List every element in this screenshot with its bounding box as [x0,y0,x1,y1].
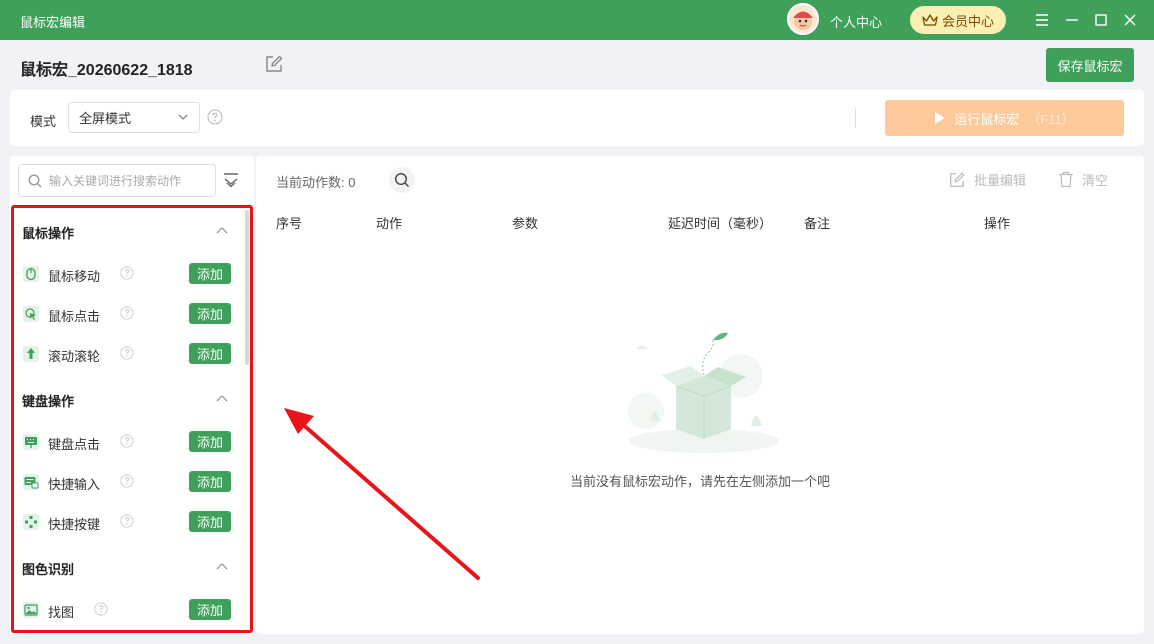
action-library-panel: 输入关键词进行搜索动作 鼠标操作 鼠标移动 添加 鼠标点击 添加 滚动滚轮 添加… [10,156,254,634]
user-avatar[interactable] [787,3,819,35]
menu-icon[interactable] [1032,10,1052,30]
edit-icon [950,172,965,187]
mode-panel: 模式 全屏模式 运行鼠标宏 （F11） [10,90,1144,146]
action-list-panel: 当前动作数: 0 批量编辑 清空 序号 动作 参数 延迟时间（毫秒） 备注 操作 [256,156,1144,634]
vip-center-button[interactable]: 会员中心 [910,6,1006,34]
user-center-link[interactable]: 个人中心 [830,12,882,31]
search-actions-button[interactable] [389,167,415,193]
macro-name: 鼠标宏_20260622_1818 [20,62,193,79]
trash-icon [1059,171,1073,188]
search-placeholder: 输入关键词进行搜索动作 [49,174,182,188]
column-header-delay: 延迟时间（毫秒） [668,216,773,231]
play-icon [935,112,946,124]
column-header-operation: 操作 [984,216,1011,231]
macro-header: 鼠标宏_20260622_1818 保存鼠标宏 [0,40,1154,90]
annotation-highlight-box [11,205,253,633]
column-header-params: 参数 [512,216,539,231]
action-count-label: 当前动作数: [276,175,345,190]
batch-edit-label: 批量编辑 [974,173,1027,188]
search-icon [394,172,409,187]
close-icon[interactable] [1120,10,1140,30]
collapse-all-icon[interactable] [222,171,242,191]
batch-edit-button[interactable]: 批量编辑 [948,170,1026,189]
mode-selected-value: 全屏模式 [79,111,132,126]
save-macro-button[interactable]: 保存鼠标宏 [1046,48,1134,82]
action-count-value: 0 [348,175,356,190]
mode-label: 模式 [30,114,57,129]
app-title: 鼠标宏编辑 [20,15,86,30]
chevron-down-icon [178,114,188,120]
search-icon [28,174,42,188]
help-icon[interactable] [207,109,223,125]
empty-state-message: 当前没有鼠标宏动作，请先在左侧添加一个吧 [569,474,830,489]
clear-button[interactable]: 清空 [1058,170,1108,189]
empty-box-illustration [628,332,779,453]
edit-name-icon[interactable] [264,54,286,76]
title-bar: 鼠标宏编辑 个人中心 会员中心 [0,0,1154,40]
action-search-input[interactable]: 输入关键词进行搜索动作 [18,164,216,197]
divider [855,108,856,128]
run-macro-label: 运行鼠标宏 [954,111,1020,127]
vip-center-label: 会员中心 [941,13,994,29]
maximize-icon[interactable] [1091,10,1111,30]
run-hotkey: （F11） [1027,111,1075,127]
run-macro-button[interactable]: 运行鼠标宏 （F11） [885,100,1124,136]
column-header-action: 动作 [376,216,403,231]
minimize-icon[interactable] [1062,10,1082,30]
clear-label: 清空 [1082,173,1109,188]
mode-select[interactable]: 全屏模式 [68,102,200,133]
crown-icon [922,14,938,26]
column-header-index: 序号 [276,216,303,231]
action-count: 当前动作数: 0 [276,172,355,191]
column-header-note: 备注 [804,216,831,231]
